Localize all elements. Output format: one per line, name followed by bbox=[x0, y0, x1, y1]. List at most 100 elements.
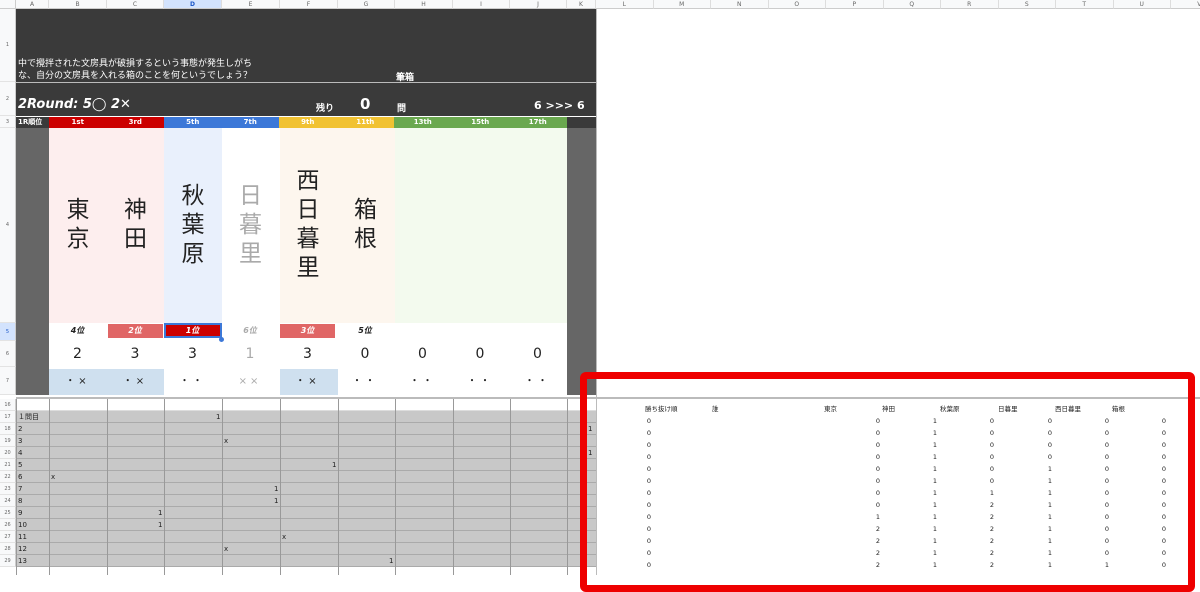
row-number: 28 bbox=[4, 545, 11, 552]
player-name: 秋葉原 bbox=[181, 182, 205, 267]
row-header-17[interactable]: 17 bbox=[0, 411, 16, 423]
log-label: 9 bbox=[18, 509, 23, 517]
progress-indicator: 6 >>> 6 bbox=[534, 99, 585, 112]
log-mark: x bbox=[224, 545, 229, 553]
column-header-e[interactable]: E bbox=[222, 0, 280, 9]
player-marks: ・・ bbox=[524, 376, 551, 387]
row-header-29[interactable]: 29 bbox=[0, 555, 16, 567]
log-mark: 1 bbox=[332, 461, 337, 469]
log-row bbox=[16, 495, 596, 507]
row-header-27[interactable]: 27 bbox=[0, 531, 16, 543]
column-header-q[interactable]: Q bbox=[883, 0, 941, 9]
log-mark: x bbox=[51, 473, 56, 481]
band-5th: 5th bbox=[164, 117, 222, 128]
player-rank: 5位 bbox=[337, 324, 393, 338]
answer-text: 筆箱 bbox=[396, 73, 415, 83]
player-score: 3 bbox=[130, 346, 140, 362]
log-label: 6 bbox=[18, 473, 23, 481]
grid-line bbox=[567, 399, 568, 575]
player-marks: ・・ bbox=[352, 376, 378, 387]
row-header-5[interactable]: 5 bbox=[0, 323, 16, 341]
player-marks: ・× bbox=[295, 376, 320, 387]
question-line-2: な、自分の文房具を入れる箱のことを何というでしょう？ bbox=[18, 71, 253, 81]
column-header-j[interactable]: J bbox=[510, 0, 567, 9]
row-header-28[interactable]: 28 bbox=[0, 543, 16, 555]
column-header-a[interactable]: A bbox=[16, 0, 49, 9]
player-score: 0 bbox=[475, 346, 485, 362]
player-rank: 3位 bbox=[280, 324, 335, 338]
row-number: 20 bbox=[4, 449, 11, 456]
row-header-20[interactable]: 20 bbox=[0, 447, 16, 459]
player-score: 1 bbox=[245, 346, 255, 362]
column-header-m[interactable]: M bbox=[653, 0, 711, 9]
row-header-3[interactable]: 3 bbox=[0, 116, 16, 128]
column-header-n[interactable]: N bbox=[711, 0, 769, 9]
row-number: 4 bbox=[5, 222, 10, 228]
row-header-19[interactable]: 19 bbox=[0, 435, 16, 447]
column-header-i[interactable]: I bbox=[453, 0, 510, 9]
column-header-h[interactable]: H bbox=[395, 0, 453, 9]
row-header-1[interactable]: 1 bbox=[0, 9, 16, 82]
grid-line bbox=[49, 399, 50, 575]
selected-cell[interactable] bbox=[164, 323, 222, 338]
log-label: 13 bbox=[18, 557, 27, 565]
row-number: 16 bbox=[4, 401, 11, 408]
column-header-f[interactable]: F bbox=[280, 0, 338, 9]
row-header-22[interactable]: 22 bbox=[0, 471, 16, 483]
divider bbox=[16, 82, 596, 83]
player-score: 0 bbox=[418, 346, 427, 362]
log-label: 5 bbox=[18, 461, 23, 469]
row-header-7[interactable]: 7 bbox=[0, 367, 16, 395]
row-number: 7 bbox=[5, 377, 10, 384]
log-row bbox=[16, 411, 596, 423]
player-name: 神田 bbox=[124, 197, 147, 252]
grid-line bbox=[280, 399, 281, 575]
column-header-s[interactable]: S bbox=[998, 0, 1056, 9]
row-number: 29 bbox=[4, 557, 11, 564]
column-header-c[interactable]: C bbox=[107, 0, 164, 9]
remaining-value: 0 bbox=[360, 95, 371, 113]
log-mark: 1 bbox=[158, 509, 163, 517]
row-header-25[interactable]: 25 bbox=[0, 507, 16, 519]
remaining-label: 残り bbox=[316, 104, 335, 114]
player-marks: ・・ bbox=[409, 376, 436, 387]
column-header-k[interactable]: K bbox=[567, 0, 596, 9]
row-header-4[interactable]: 4 bbox=[0, 128, 16, 323]
row-header-26[interactable]: 26 bbox=[0, 519, 16, 531]
row-number: 6 bbox=[5, 350, 10, 357]
column-header-g[interactable]: G bbox=[338, 0, 395, 9]
column-header-v[interactable]: V bbox=[1171, 0, 1200, 9]
select-all-corner[interactable] bbox=[0, 0, 16, 9]
row-number: 19 bbox=[4, 437, 11, 444]
log-mark: x bbox=[224, 437, 229, 445]
log-label: １問目 bbox=[18, 413, 39, 421]
row-header-21[interactable]: 21 bbox=[0, 459, 16, 471]
log-mark: 1 bbox=[216, 413, 221, 421]
column-header-u[interactable]: U bbox=[1113, 0, 1171, 9]
column-header-p[interactable]: P bbox=[826, 0, 884, 9]
row-header-2[interactable]: 2 bbox=[0, 82, 16, 116]
band-9th: 9th bbox=[279, 117, 337, 128]
highlight-box bbox=[580, 372, 1195, 592]
log-mark: x bbox=[282, 533, 287, 541]
player-marks: ・× bbox=[65, 376, 90, 387]
row-header-23[interactable]: 23 bbox=[0, 483, 16, 495]
row-header-6[interactable]: 6 bbox=[0, 341, 16, 367]
log-label: 2 bbox=[18, 425, 23, 433]
player-name: 西日暮里 bbox=[296, 168, 320, 281]
log-row bbox=[16, 543, 596, 555]
column-header-b[interactable]: B bbox=[49, 0, 107, 9]
column-header-d[interactable]: D bbox=[164, 0, 222, 9]
column-header-l[interactable]: L bbox=[596, 0, 654, 9]
player-score: 3 bbox=[188, 346, 197, 362]
column-header-t[interactable]: T bbox=[1056, 0, 1114, 9]
log-row bbox=[16, 435, 596, 447]
row-header-24[interactable]: 24 bbox=[0, 495, 16, 507]
column-header-o[interactable]: O bbox=[768, 0, 826, 9]
row-number: 5 bbox=[5, 328, 10, 335]
row-header-16[interactable]: 16 bbox=[0, 399, 16, 411]
row-header-18[interactable]: 18 bbox=[0, 423, 16, 435]
column-header-r[interactable]: R bbox=[941, 0, 999, 9]
log-row bbox=[16, 555, 596, 567]
log-label: 10 bbox=[18, 521, 27, 529]
